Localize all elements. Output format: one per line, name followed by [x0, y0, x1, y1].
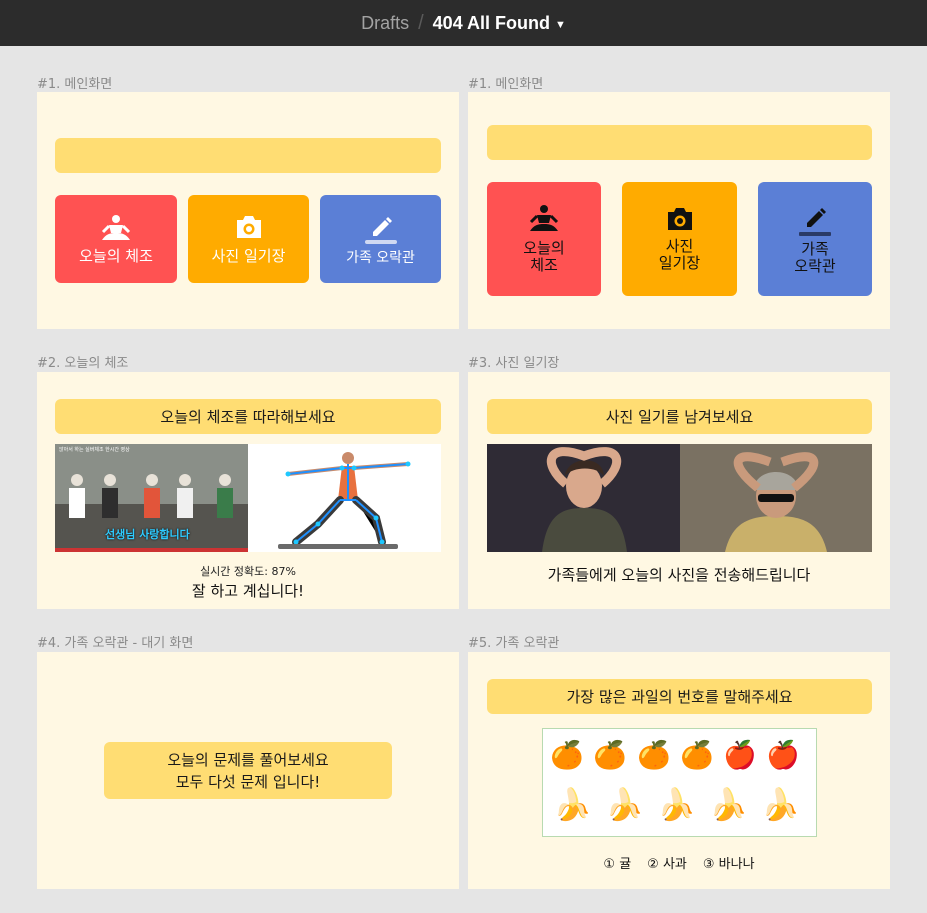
feedback-text: 잘 하고 계십니다!	[191, 582, 305, 600]
tile-family-game[interactable]: 가족 오락관	[758, 182, 872, 296]
photo-diary-banner: 사진 일기를 남겨보세요	[487, 399, 872, 434]
chevron-down-icon[interactable]: ▼	[555, 19, 566, 31]
frame-label-main-1[interactable]: #1. 메인화면	[37, 73, 112, 92]
frame-label-main-2[interactable]: #1. 메인화면	[468, 73, 543, 92]
fruit-quiz-image: 🍊 🍊 🍊 🍊 🍎 🍎 🍌 🍌 🍌 🍌 🍌	[542, 728, 817, 837]
banana-icon: 🍌	[709, 787, 748, 823]
breadcrumb-separator: /	[418, 11, 424, 34]
title-placeholder	[55, 138, 441, 173]
frame-label-photo-diary[interactable]: #3. 사진 일기장	[468, 352, 559, 371]
answer-option-tangerine[interactable]: ① 귤	[603, 853, 631, 872]
frame-label-game[interactable]: #5. 가족 오락관	[468, 632, 559, 651]
banana-icon: 🍌	[761, 787, 800, 823]
tangerine-icon: 🍊	[680, 740, 714, 771]
pose-estimation-image	[248, 444, 441, 552]
tile-photo-diary[interactable]: 사진 일기장	[622, 182, 737, 296]
tile-exercise[interactable]: 오늘의 체조	[55, 195, 177, 283]
video-caption: 선생님 사랑합니다	[105, 528, 190, 541]
frame-main-1[interactable]: 오늘의 체조 사진 일기장 가족 오락관	[37, 92, 459, 329]
frame-photo-diary[interactable]: 사진 일기를 남겨보세요 가족들에게 오늘의 사진을 전송해드립니다	[468, 372, 890, 609]
tile-photo-diary-label: 사진 일기장	[658, 237, 701, 272]
video-title: 앉아서 하는 실버체조 한시간 영상	[59, 447, 130, 453]
frame-game-waiting[interactable]: 오늘의 문제를 풀어보세요 모두 다섯 문제 입니다!	[37, 652, 459, 889]
frame-exercise[interactable]: 오늘의 체조를 따라해보세요 앉아서 하는 실버체조 한시간 영상 선생님 사랑…	[37, 372, 459, 609]
photo-right	[680, 444, 872, 552]
tangerine-icon: 🍊	[550, 740, 584, 771]
meditation-icon	[101, 214, 131, 240]
pencil-icon	[364, 216, 397, 244]
frame-label-exercise[interactable]: #2. 오늘의 체조	[37, 352, 128, 371]
tile-family-game-label: 가족 오락관	[346, 249, 415, 266]
file-title-bar: Drafts / 404 All Found ▼	[0, 0, 927, 46]
tile-exercise-label: 오늘의 체조	[79, 246, 153, 265]
banana-icon: 🍌	[605, 787, 644, 823]
tile-family-game[interactable]: 가족 오락관	[320, 195, 441, 283]
banana-icon: 🍌	[657, 787, 696, 823]
tangerine-icon: 🍊	[593, 740, 627, 771]
pencil-icon	[799, 208, 831, 236]
game-question-banner: 가장 많은 과일의 번호를 말해주세요	[487, 679, 872, 714]
accuracy-text: 실시간 정확도: 87%	[200, 565, 296, 578]
drafts-breadcrumb[interactable]: Drafts	[361, 13, 409, 34]
answer-option-banana[interactable]: ③ 바나나	[703, 853, 755, 872]
tile-photo-diary[interactable]: 사진 일기장	[188, 195, 309, 283]
banana-icon: 🍌	[553, 787, 592, 823]
answer-options: ① 귤 ② 사과 ③ 바나나	[468, 853, 890, 872]
exercise-video-thumbnail[interactable]: 앉아서 하는 실버체조 한시간 영상 선생님 사랑합니다	[55, 444, 248, 552]
frame-game[interactable]: 가장 많은 과일의 번호를 말해주세요 🍊 🍊 🍊 🍊 🍎 🍎 🍌 🍌 🍌 🍌 …	[468, 652, 890, 889]
frame-label-game-waiting[interactable]: #4. 가족 오락관 - 대기 화면	[37, 632, 193, 651]
title-placeholder	[487, 125, 872, 160]
apple-icon: 🍎	[766, 740, 800, 771]
game-intro-line1: 오늘의 문제를 풀어보세요	[167, 750, 329, 769]
exercise-banner: 오늘의 체조를 따라해보세요	[55, 399, 441, 434]
photo-left	[487, 444, 680, 552]
apple-icon: 🍎	[723, 740, 757, 771]
frame-main-2[interactable]: 오늘의 체조 사진 일기장 가족 오락관	[468, 92, 890, 329]
game-intro-line2: 모두 다섯 문제 입니다!	[175, 772, 321, 791]
game-intro-message: 오늘의 문제를 풀어보세요 모두 다섯 문제 입니다!	[104, 742, 392, 799]
tangerine-icon: 🍊	[637, 740, 671, 771]
tile-exercise-label: 오늘의 체조	[523, 239, 565, 274]
meditation-icon	[529, 205, 559, 231]
tile-photo-diary-label: 사진 일기장	[211, 246, 286, 265]
tile-family-game-label: 가족 오락관	[794, 240, 836, 275]
photo-diary-caption: 가족들에게 오늘의 사진을 전송해드립니다	[547, 566, 811, 584]
file-name[interactable]: 404 All Found	[433, 13, 550, 34]
camera-icon	[667, 208, 692, 230]
tile-exercise[interactable]: 오늘의 체조	[487, 182, 601, 296]
camera-icon	[236, 215, 261, 238]
answer-option-apple[interactable]: ② 사과	[647, 853, 687, 872]
